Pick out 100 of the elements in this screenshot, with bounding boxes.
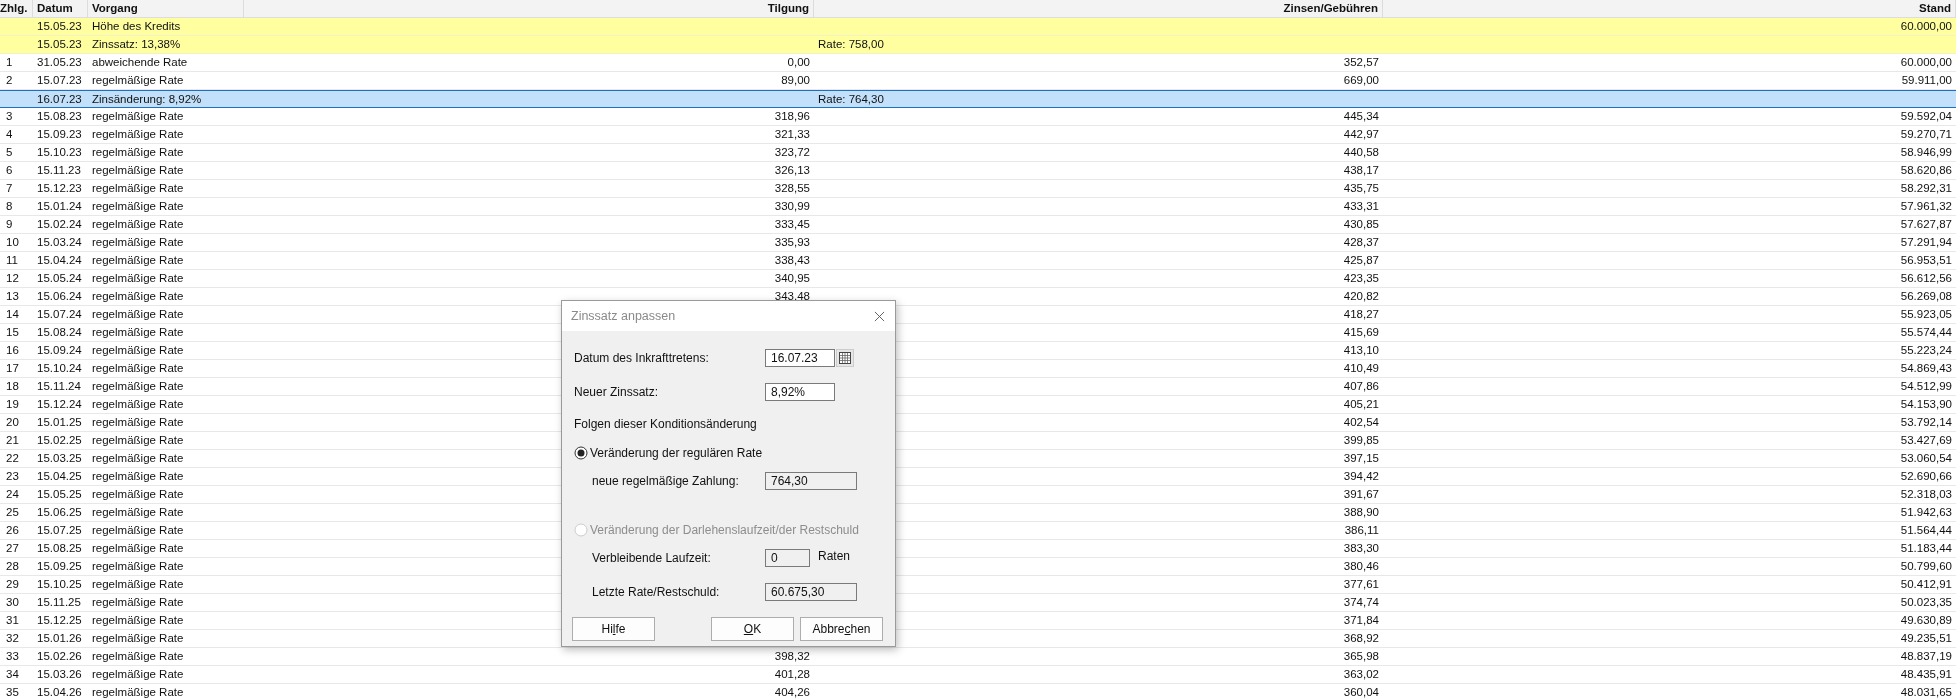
table-cell: 51.183,44 [1900,542,1952,554]
table-cell: 29 [6,578,19,590]
table-cell: regelmäßige Rate [92,74,184,86]
table-cell: regelmäßige Rate [92,632,184,644]
table-cell: 343,48 [774,290,810,302]
table-cell: 26 [6,524,19,536]
table-cell: regelmäßige Rate [92,398,184,410]
table-cell: regelmäßige Rate [92,614,184,626]
column-header[interactable]: Datum [33,0,88,17]
table-cell: Rate: 764,30 [818,93,884,105]
table-cell: regelmäßige Rate [92,128,184,140]
table-cell: 360,04 [1343,686,1379,698]
calendar-icon[interactable] [836,349,854,367]
table-cell: 423,35 [1343,272,1379,284]
table-cell: 1 [6,56,13,68]
column-header[interactable]: Stand [1383,0,1956,17]
table-cell: 15.03.25 [37,452,82,464]
column-header[interactable]: Zinsen/Gebühren [814,0,1383,17]
table-cell: 58.620,86 [1900,164,1952,176]
table-cell: 445,34 [1343,110,1379,122]
table-cell: 7 [6,182,13,194]
dialog-button[interactable]: OK [711,617,794,641]
table-cell: 15.10.24 [37,362,82,374]
table-cell: 57.961,32 [1900,200,1952,212]
section-label: Folgen dieser Konditionsänderung [574,417,758,431]
table-cell: 15.11.25 [37,596,81,608]
table-cell: 333,45 [774,218,810,230]
table-cell: Höhe des Kredits [92,20,181,32]
table-cell: regelmäßige Rate [92,524,184,536]
column-header[interactable]: Tilgung [244,0,814,17]
table-cell: Zinsänderung: 8,92% [92,93,202,105]
table-cell: abweichende Rate [92,56,188,68]
table-row[interactable]: 15.05.23 Höhe des Kredits 60.000,00 [0,18,1956,36]
table-cell: 15.11.23 [37,164,81,176]
table-cell: regelmäßige Rate [92,326,184,338]
table-cell: 9 [6,218,13,230]
table-cell: 352,57 [1343,56,1379,68]
table-row[interactable]: 15.05.23 Zinssatz: 13,38% Rate: 758,00 [0,36,1956,54]
table-cell: 56.269,08 [1900,290,1952,302]
table-cell: regelmäßige Rate [92,506,184,518]
table-cell: 399,85 [1343,434,1379,446]
column-header[interactable]: Vorgang [88,0,244,17]
table-cell: 28 [6,560,19,572]
table-cell: 15.07.25 [37,524,82,536]
table-cell: 58.946,99 [1900,146,1952,158]
table-cell: regelmäßige Rate [92,452,184,464]
table-cell: 386,11 [1344,524,1379,536]
table-cell: 326,13 [774,164,810,176]
table-cell: 15.04.25 [37,470,82,482]
table-cell: 2 [6,74,13,86]
table-cell: 54.153,90 [1900,398,1952,410]
table-cell: 428,37 [1343,236,1379,248]
table-cell: 56.612,56 [1900,272,1952,284]
table-cell: 57.291,94 [1900,236,1952,248]
table-cell: regelmäßige Rate [92,686,184,698]
table-cell: 368,92 [1343,632,1379,644]
table-cell: 31 [6,614,19,626]
table-cell: 15.08.24 [37,326,82,338]
table-cell: 15.01.25 [37,416,82,428]
table-cell: 55.923,05 [1900,308,1952,320]
table-cell: 405,21 [1343,398,1379,410]
column-header[interactable]: Zhlg. [0,0,33,17]
table-cell: 25 [6,506,19,518]
table-cell: 15.09.25 [37,560,82,572]
table-cell: 60.000,00 [1900,56,1952,68]
table-cell: 49.630,89 [1900,614,1952,626]
table-cell: regelmäßige Rate [92,470,184,482]
table-cell: 55.223,24 [1900,344,1952,356]
table-cell: regelmäßige Rate [92,542,184,554]
table-cell: Rate: 758,00 [818,38,884,50]
table-cell: Zinssatz: 13,38% [92,38,181,50]
table-cell: 15.12.24 [37,398,82,410]
table-cell: 15.09.24 [37,344,82,356]
table-row[interactable]: 16.07.23 Zinsänderung: 8,92% Rate: 764,30 [0,90,1956,108]
table-cell: 15.04.24 [37,254,82,266]
table-cell: 15.12.25 [37,614,82,626]
table-cell: 418,27 [1343,308,1379,320]
dialog-button[interactable]: Hilfe [572,617,655,641]
table-cell: 48.031,65 [1900,686,1952,698]
table-cell: 27 [6,542,19,554]
table-cell: 15.10.23 [37,146,82,158]
table-cell: 15.12.23 [37,182,82,194]
date-field[interactable]: 16.07.23 [765,349,835,367]
close-icon[interactable] [874,310,885,322]
table-cell: 48.837,19 [1900,650,1952,662]
table-cell: 23 [6,470,19,482]
table-cell: 15.11.24 [37,380,81,392]
field-label: neue regelmäßige Zahlung: [591,474,740,488]
dialog-button[interactable]: Abbrechen [800,617,883,641]
table-cell: 17 [6,362,19,374]
table-cell: regelmäßige Rate [92,164,184,176]
table-cell: regelmäßige Rate [92,668,184,680]
table-cell: 12 [6,272,19,284]
table-cell: 377,61 [1343,578,1379,590]
table-cell: regelmäßige Rate [92,290,184,302]
rate-field[interactable]: 8,92% [765,383,835,401]
table-cell: 15.03.24 [37,236,82,248]
table-cell: regelmäßige Rate [92,596,184,608]
table-cell: 15.10.25 [37,578,82,590]
table-cell: 404,26 [774,686,810,698]
